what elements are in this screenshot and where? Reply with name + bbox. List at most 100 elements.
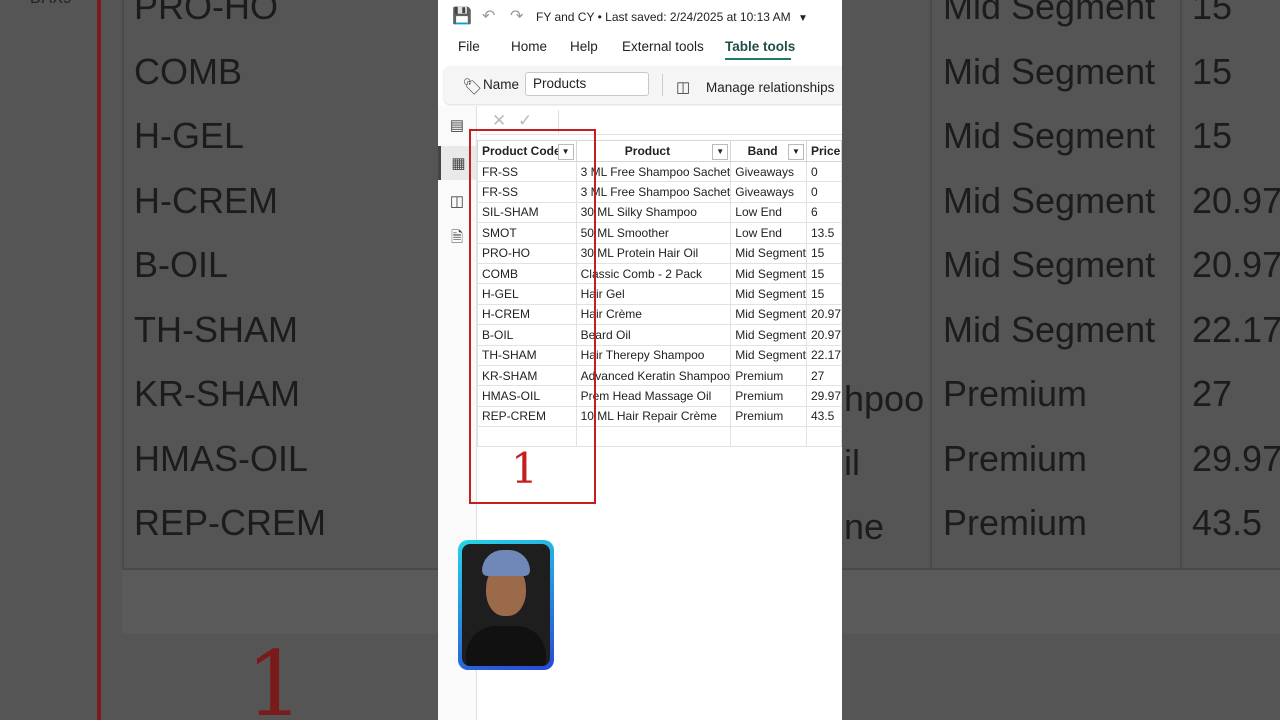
table-row[interactable]: SMOT 50 ML Smoother Low End 13.5 [477, 222, 842, 244]
table-row[interactable]: HMAS-OIL Prem Head Massage Oil Premium 29.9… [477, 385, 842, 407]
cell-product[interactable]: Hair Therepy Shampoo [575, 344, 732, 366]
cell-price[interactable]: 20.97 [805, 303, 842, 326]
cell-product-code[interactable]: KR-SHAM [477, 364, 577, 387]
report-view-icon[interactable]: ▤ [438, 108, 476, 142]
table-row[interactable]: H-GEL Hair Gel Mid Segment 15 [477, 283, 842, 305]
cell-price[interactable]: 15 [805, 283, 842, 305]
column-header-band[interactable]: Band ▼ [730, 140, 807, 162]
table-row[interactable]: COMB Classic Comb - 2 Pack Mid Segment 15 [477, 262, 842, 285]
cell-product[interactable]: 50 ML Smoother [575, 222, 732, 244]
empty-cell[interactable] [730, 426, 807, 448]
cell-price[interactable]: 43.5 [805, 405, 842, 428]
cell-price[interactable]: 22.17 [805, 344, 842, 366]
cell-price[interactable]: 27 [805, 364, 842, 387]
cell-price[interactable]: 13.5 [805, 222, 842, 244]
cell-product[interactable]: Hair Crème [575, 303, 732, 326]
cell-price[interactable]: 15 [805, 262, 842, 285]
cell-band[interactable]: Giveaways [730, 181, 807, 203]
cell-price[interactable]: 20.97 [805, 324, 842, 346]
cell-product[interactable]: 10 ML Hair Repair Crème [575, 405, 732, 428]
filter-dropdown-icon[interactable]: ▼ [557, 144, 574, 160]
cell-product-code[interactable]: PRO-HO [477, 242, 577, 264]
column-header-product-code[interactable]: Product Code ▼ [477, 140, 577, 162]
menu-table-tools[interactable]: Table tools [725, 39, 795, 54]
menu-file[interactable]: File [458, 39, 480, 54]
table-row[interactable]: B-OIL Beard Oil Mid Segment 20.97 [477, 324, 842, 346]
data-grid: Product Code ▼ Product ▼ Band ▼ Price FR-SS… [477, 140, 842, 448]
close-icon[interactable]: ✕ [492, 111, 506, 131]
table-row[interactable]: FR-SS 3 ML Free Shampoo Sachet Giveaways 0 [477, 181, 842, 203]
column-header-product[interactable]: Product ▼ [575, 140, 732, 162]
cell-product[interactable]: Hair Gel [575, 283, 732, 305]
cell-band[interactable]: Mid Segment [730, 303, 807, 326]
cell-band[interactable]: Premium [730, 385, 807, 407]
cell-band[interactable]: Premium [730, 405, 807, 428]
filter-dropdown-icon[interactable]: ▼ [787, 144, 804, 160]
menu-help[interactable]: Help [570, 39, 598, 54]
cell-product-code[interactable]: H-GEL [477, 283, 577, 305]
cell-product[interactable]: Classic Comb - 2 Pack [575, 262, 732, 285]
column-header-price[interactable]: Price [805, 140, 842, 162]
table-row[interactable]: H-CREM Hair Crème Mid Segment 20.97 [477, 303, 842, 326]
formula-input[interactable] [558, 110, 842, 133]
manage-relationships-button[interactable]: Manage relationships [706, 80, 834, 95]
cell-product-code[interactable]: TH-SHAM [477, 344, 577, 366]
background-band-cell: Mid Segment [943, 179, 1156, 221]
cell-product[interactable]: Advanced Keratin Shampoo [575, 364, 732, 387]
cell-product[interactable]: Prem Head Massage Oil [575, 385, 732, 407]
cell-product[interactable]: 3 ML Free Shampoo Sachet [575, 181, 732, 203]
cell-price[interactable]: 6 [805, 201, 842, 224]
menu-external-tools[interactable]: External tools [622, 39, 704, 54]
cell-price[interactable]: 0 [805, 181, 842, 203]
cell-band[interactable]: Mid Segment [730, 283, 807, 305]
table-row-new[interactable] [477, 426, 842, 448]
dax-query-view-icon[interactable]: 🗎 [438, 222, 476, 256]
table-row[interactable]: KR-SHAM Advanced Keratin Shampoo Premium 27 [477, 364, 842, 387]
cell-band[interactable]: Low End [730, 201, 807, 224]
empty-cell[interactable] [805, 426, 842, 448]
ribbon-divider [662, 74, 663, 96]
table-row[interactable]: PRO-HO 30 ML Protein Hair Oil Mid Segment 1… [477, 242, 842, 264]
cell-price[interactable]: 0 [805, 160, 842, 183]
cell-band[interactable]: Mid Segment [730, 344, 807, 366]
cell-product[interactable]: 30 ML Protein Hair Oil [575, 242, 732, 264]
cell-product[interactable]: Beard Oil [575, 324, 732, 346]
menu-home[interactable]: Home [511, 39, 547, 54]
table-row[interactable]: FR-SS 3 ML Free Shampoo Sachet Giveaways 0 [477, 160, 842, 183]
cell-product-code[interactable]: COMB [477, 262, 577, 285]
cell-product-code[interactable]: FR-SS [477, 181, 577, 203]
cell-product-code[interactable]: B-OIL [477, 324, 577, 346]
cell-product-code[interactable]: REP-CREM [477, 405, 577, 428]
table-view-icon[interactable]: ▦ [438, 146, 476, 180]
chevron-down-icon[interactable]: ▼ [798, 13, 808, 24]
check-icon[interactable]: ✓ [518, 111, 532, 131]
background-code-cell: COMB [134, 50, 242, 92]
cell-band[interactable]: Premium [730, 364, 807, 387]
relationships-icon[interactable]: ◫ [676, 78, 690, 96]
empty-cell[interactable] [477, 426, 577, 448]
cell-product-code[interactable]: H-CREM [477, 303, 577, 326]
cell-band[interactable]: Mid Segment [730, 242, 807, 264]
filter-dropdown-icon[interactable]: ▼ [712, 144, 729, 160]
cell-product[interactable]: 30 ML Silky Shampoo [575, 201, 732, 224]
cell-product-code[interactable]: HMAS-OIL [477, 385, 577, 407]
table-row[interactable]: TH-SHAM Hair Therepy Shampoo Mid Segment 22… [477, 344, 842, 366]
cell-product[interactable]: 3 ML Free Shampoo Sachet [575, 160, 732, 183]
undo-icon[interactable]: ↶ [482, 6, 495, 26]
cell-price[interactable]: 29.97 [805, 385, 842, 407]
cell-band[interactable]: Mid Segment [730, 324, 807, 346]
table-name-field[interactable]: Products [525, 72, 649, 96]
cell-band[interactable]: Mid Segment [730, 262, 807, 285]
redo-icon[interactable]: ↷ [510, 6, 523, 26]
table-row[interactable]: SIL-SHAM 30 ML Silky Shampoo Low End 6 [477, 201, 842, 224]
cell-band[interactable]: Giveaways [730, 160, 807, 183]
cell-product-code[interactable]: SMOT [477, 222, 577, 244]
cell-price[interactable]: 15 [805, 242, 842, 264]
cell-product-code[interactable]: SIL-SHAM [477, 201, 577, 224]
empty-cell[interactable] [575, 426, 732, 448]
cell-band[interactable]: Low End [730, 222, 807, 244]
save-icon[interactable]: 💾 [452, 6, 472, 26]
model-view-icon[interactable]: ◫ [438, 184, 476, 218]
table-row[interactable]: REP-CREM 10 ML Hair Repair Crème Premium 43… [477, 405, 842, 428]
cell-product-code[interactable]: FR-SS [477, 160, 577, 183]
